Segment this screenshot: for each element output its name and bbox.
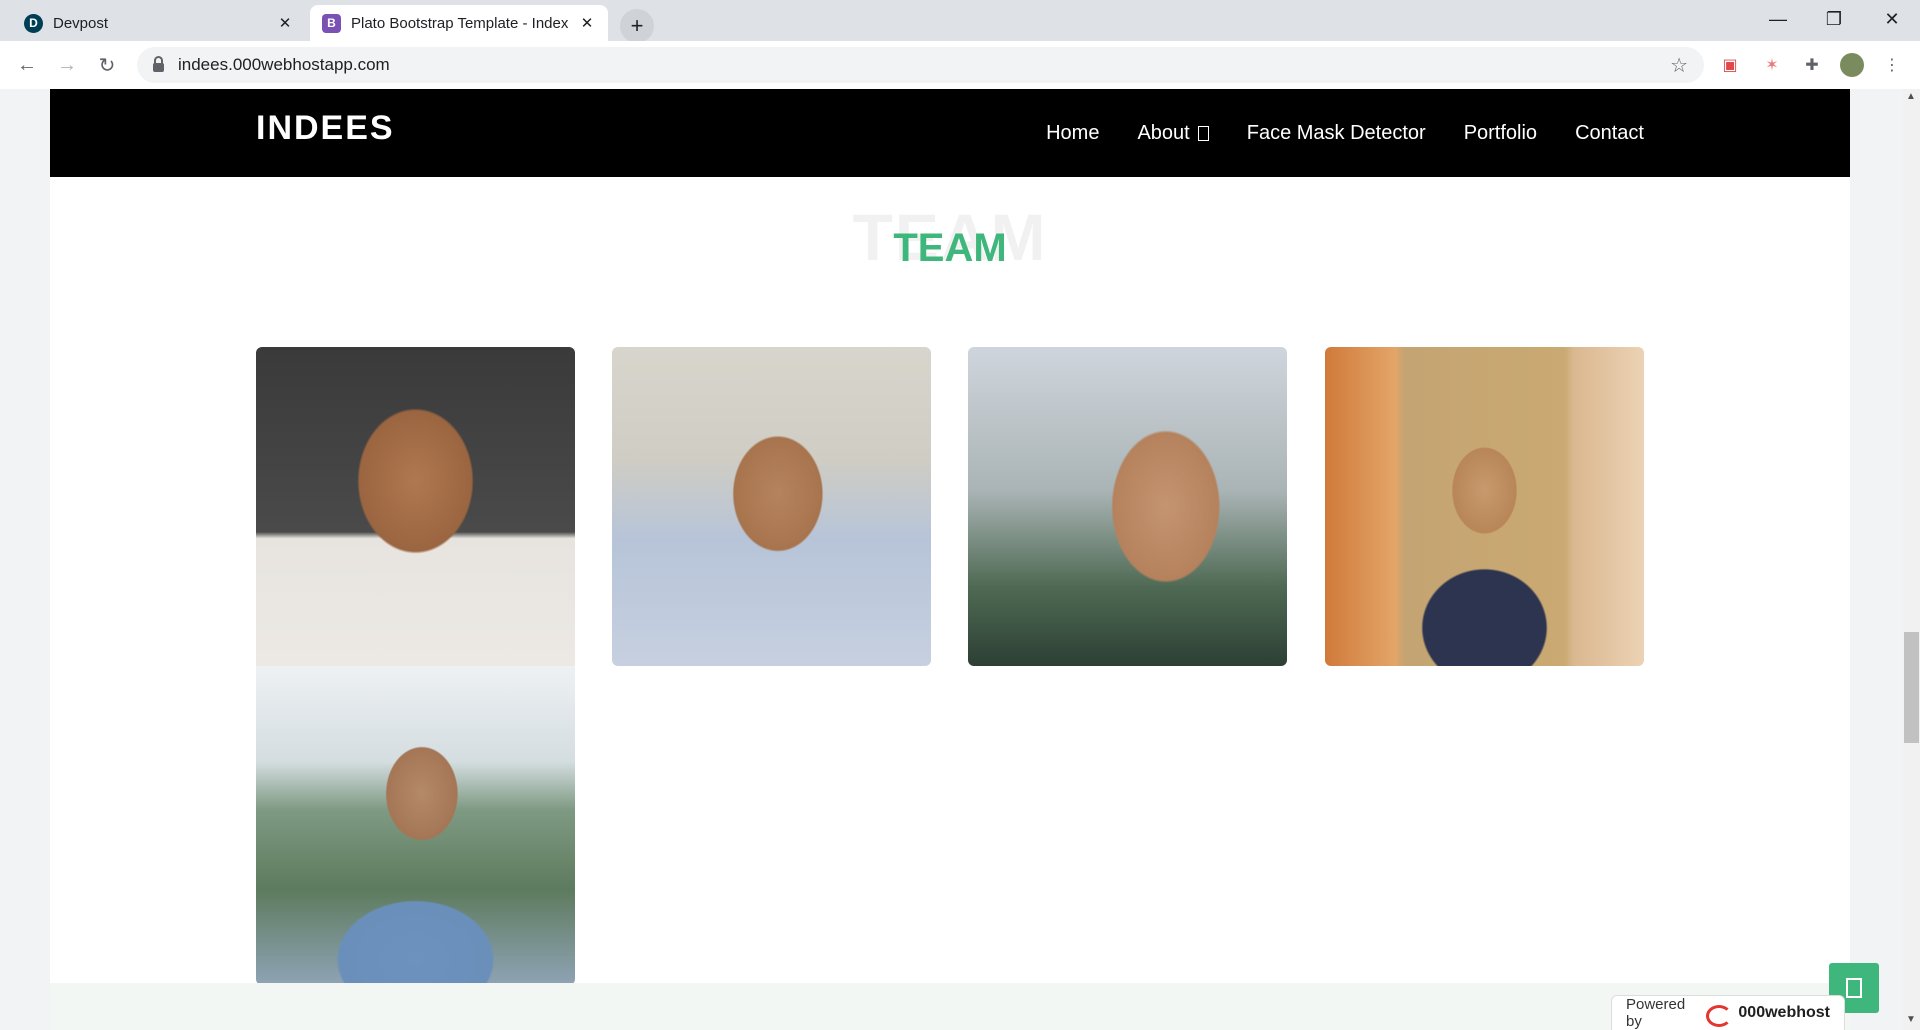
scroll-down-icon[interactable]: ▼ (1906, 1014, 1916, 1025)
bootstrap-favicon-icon: B (322, 13, 341, 33)
bookmark-star-icon[interactable]: ☆ (1670, 53, 1688, 78)
tab-title: Devpost (53, 14, 109, 32)
browser-menu-icon[interactable]: ⋮ (1880, 53, 1904, 77)
scrollbar-track[interactable] (1903, 89, 1920, 1030)
window-close-icon[interactable]: ✕ (1864, 0, 1920, 38)
back-to-top-icon (1846, 978, 1862, 998)
000webhost-logo-icon (1705, 1003, 1732, 1027)
browser-toolbar: ← → ↻ indees.000webhostapp.com ☆ ▣ ✶ ✚ ⋮ (0, 41, 1920, 90)
team-member-photo[interactable] (256, 666, 575, 985)
powered-by-badge[interactable]: Powered by 000webhost (1611, 995, 1845, 1030)
address-bar[interactable]: indees.000webhostapp.com ☆ (137, 47, 1704, 83)
close-icon[interactable]: ✕ (276, 14, 294, 32)
nav-home[interactable]: Home (1046, 122, 1099, 145)
host-name: 000webhost (1738, 1004, 1830, 1021)
browser-tab-strip: D Devpost ✕ B Plato Bootstrap Template -… (0, 0, 1920, 43)
site-navbar: INDEES Home About Face Mask Detector Por… (50, 89, 1850, 177)
devpost-favicon-icon: D (24, 13, 43, 33)
dropdown-icon (1197, 125, 1209, 141)
tab-title: Plato Bootstrap Template - Index (351, 14, 568, 32)
restore-icon[interactable]: ❐ (1806, 0, 1862, 38)
back-arrow-icon[interactable]: ← (11, 49, 43, 81)
address-url[interactable]: indees.000webhostapp.com (178, 55, 1656, 75)
browser-tab-devpost[interactable]: D Devpost ✕ (12, 5, 306, 41)
page-viewport: INDEES Home About Face Mask Detector Por… (0, 89, 1920, 1030)
team-member-photo[interactable] (612, 347, 931, 666)
team-member-photo[interactable] (968, 347, 1287, 666)
nav-face-mask-detector[interactable]: Face Mask Detector (1247, 122, 1426, 145)
extensions-puzzle-icon[interactable]: ✚ (1800, 53, 1824, 77)
close-icon[interactable]: ✕ (578, 14, 596, 32)
next-section-strip (50, 983, 1850, 1030)
section-title: TEAM (893, 226, 1007, 270)
nav-about-label: About (1137, 121, 1190, 144)
minimize-icon[interactable]: — (1750, 0, 1806, 38)
profile-avatar[interactable] (1840, 53, 1864, 77)
lock-icon (153, 56, 164, 72)
site-logo[interactable]: INDEES (256, 109, 395, 148)
nav-portfolio[interactable]: Portfolio (1464, 122, 1537, 145)
scrollbar-thumb[interactable] (1904, 632, 1919, 743)
new-tab-button[interactable]: + (620, 9, 654, 43)
forward-arrow-icon[interactable]: → (51, 49, 83, 81)
reload-icon[interactable]: ↻ (91, 49, 123, 81)
site-menu: Home About Face Mask Detector Portfolio … (1046, 89, 1644, 177)
nav-contact[interactable]: Contact (1575, 122, 1644, 145)
team-member-photo[interactable] (256, 347, 575, 666)
powered-by-label: Powered by (1626, 996, 1686, 1030)
website-page: INDEES Home About Face Mask Detector Por… (50, 89, 1850, 1030)
browser-tab-plato[interactable]: B Plato Bootstrap Template - Index ✕ (310, 5, 608, 41)
nav-about[interactable]: About (1137, 121, 1209, 145)
extension-icon[interactable]: ✶ (1760, 53, 1784, 77)
scroll-up-icon[interactable]: ▲ (1906, 91, 1916, 102)
pocket-extension-icon[interactable]: ▣ (1718, 53, 1742, 77)
team-member-photo[interactable] (1325, 347, 1644, 666)
team-section-heading: TEAM TEAM (50, 199, 1850, 289)
